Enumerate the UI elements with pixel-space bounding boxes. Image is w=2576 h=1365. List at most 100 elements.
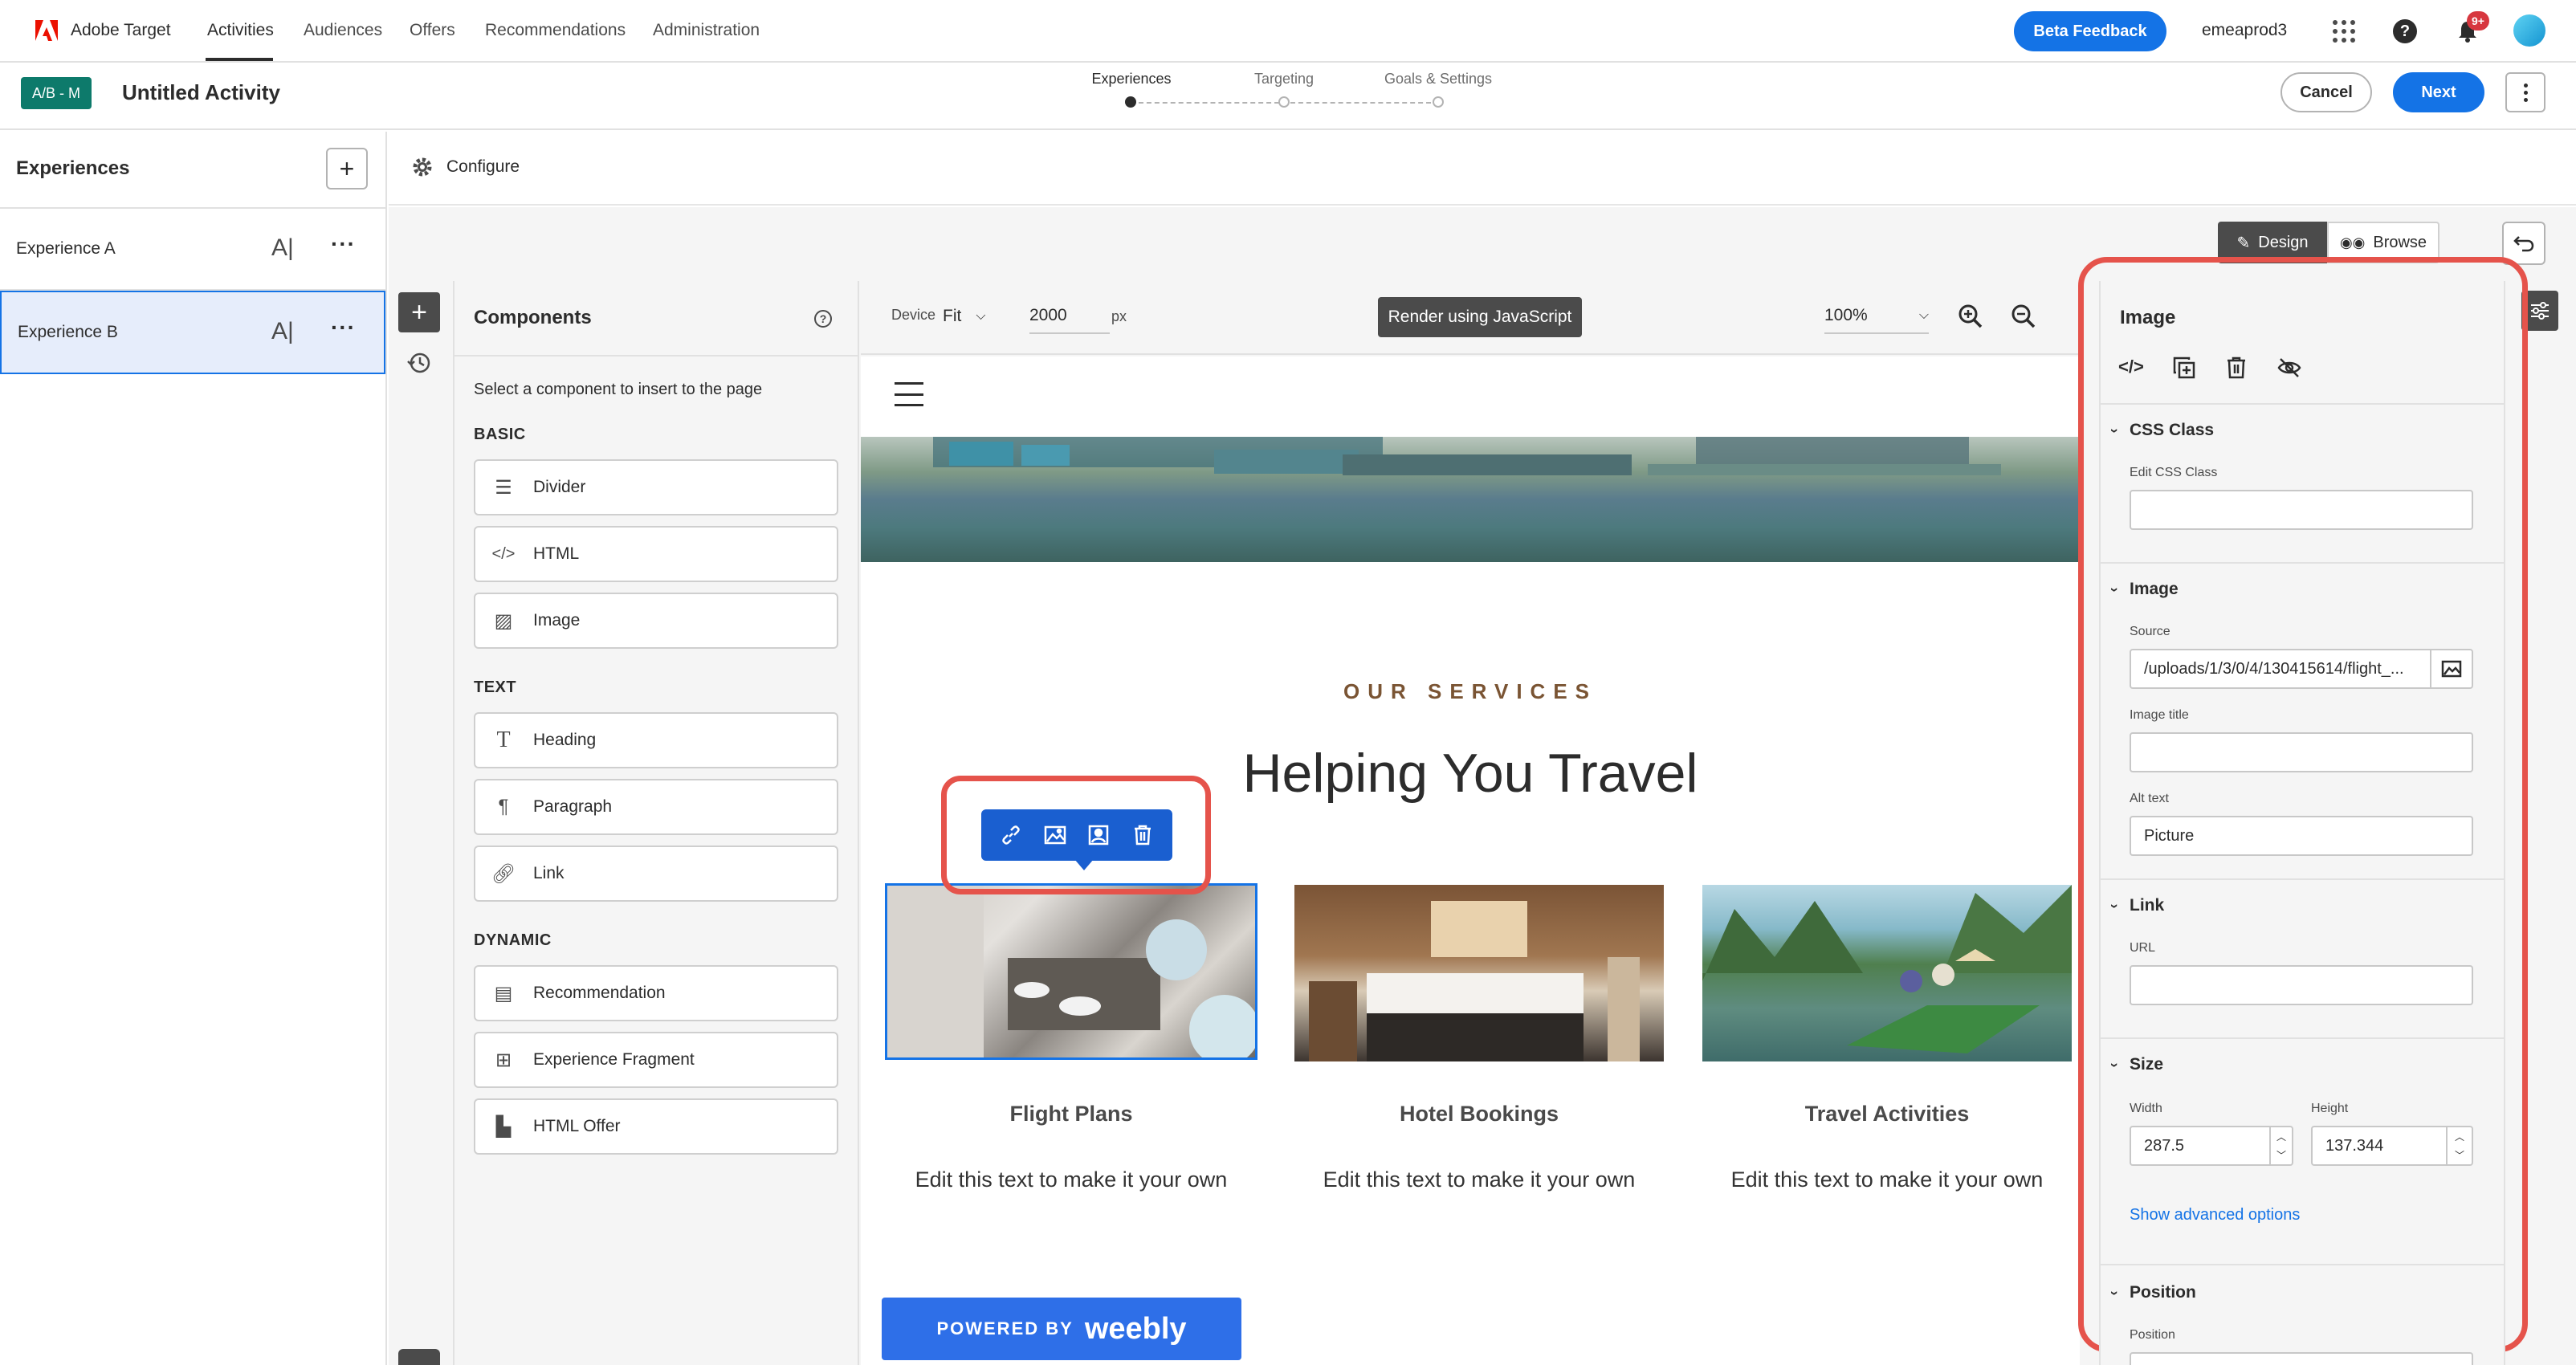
trash-icon[interactable] (1123, 816, 1162, 854)
component-html-offer[interactable]: ▙ HTML Offer (474, 1098, 838, 1155)
image-icon[interactable] (1036, 816, 1074, 854)
activity-name[interactable]: Untitled Activity (122, 80, 280, 105)
device-value: Fit (943, 307, 962, 325)
experience-item-b[interactable]: Experience B A| ··· (0, 291, 385, 374)
apps-grid-icon[interactable] (2330, 18, 2358, 45)
card-title[interactable]: Flight Plans (887, 1102, 1256, 1127)
configure-bar: Configure (389, 132, 2576, 206)
card-text[interactable]: Edit this text to make it your own (1702, 1167, 2072, 1192)
text-cursor-icon[interactable]: A| (271, 234, 294, 262)
adobe-logo-icon[interactable] (32, 16, 61, 45)
more-options-icon[interactable] (2505, 72, 2545, 112)
step-experiences[interactable]: Experiences (1044, 71, 1219, 88)
hotel-card-image[interactable] (1294, 885, 1664, 1061)
card-text[interactable]: Edit this text to make it your own (1294, 1167, 1664, 1192)
source-input[interactable]: /uploads/1/3/0/4/130415614/flight_... (2130, 649, 2431, 689)
link-section-header[interactable]: › Link (2107, 896, 2165, 915)
activities-card-image[interactable] (1702, 885, 2072, 1061)
browse-image-icon[interactable] (2430, 649, 2473, 689)
user-avatar[interactable] (2513, 14, 2545, 47)
cancel-button[interactable]: Cancel (2280, 72, 2372, 112)
width-input[interactable]: 2000 (1029, 299, 1110, 334)
help-circle-icon[interactable]: ? (814, 310, 832, 328)
chevron-down-icon[interactable]: ﹀ (2455, 1148, 2464, 1162)
hide-visibility-icon[interactable] (2277, 357, 2301, 379)
brand-name[interactable]: Adobe Target (71, 21, 171, 40)
history-icon[interactable] (406, 350, 434, 377)
size-section-header[interactable]: › Size (2107, 1055, 2164, 1074)
nav-audiences[interactable]: Audiences (304, 21, 382, 40)
beta-feedback-button[interactable]: Beta Feedback (2014, 11, 2166, 51)
insert-component-button[interactable]: + (398, 292, 440, 332)
position-section-header[interactable]: › Position (2107, 1283, 2196, 1302)
zoom-select[interactable]: 100% ⌵ (1824, 299, 1929, 334)
experience-more-icon[interactable]: ··· (331, 231, 356, 257)
powered-by-weebly-banner[interactable]: POWERED BY weebly (882, 1298, 1241, 1360)
render-javascript-button[interactable]: Render using JavaScript (1378, 297, 1582, 337)
hero-banner-image[interactable] (861, 437, 2080, 562)
width-stepper-arrows[interactable]: ︿ ﹀ (2269, 1126, 2293, 1166)
alt-text-input[interactable]: Picture (2130, 816, 2473, 856)
url-input[interactable] (2130, 965, 2473, 1005)
text-cursor-icon[interactable]: A| (271, 318, 294, 345)
experience-more-icon[interactable]: ··· (331, 315, 356, 340)
delete-icon[interactable] (2226, 357, 2247, 379)
card-title[interactable]: Travel Activities (1702, 1102, 2072, 1127)
next-button[interactable]: Next (2393, 72, 2484, 112)
component-image[interactable]: ▨ Image (474, 593, 838, 649)
css-class-input[interactable] (2130, 490, 2473, 530)
step-dot-current (1125, 96, 1136, 108)
component-heading[interactable]: T Heading (474, 712, 838, 768)
show-advanced-options-link[interactable]: Show advanced options (2130, 1206, 2300, 1224)
design-label: Design (2258, 233, 2309, 251)
card-text[interactable]: Edit this text to make it your own (887, 1167, 1256, 1192)
nav-offers[interactable]: Offers (410, 21, 455, 40)
step-targeting[interactable]: Targeting (1196, 71, 1372, 88)
height-stepper[interactable]: 137.344 (2311, 1126, 2448, 1166)
nav-administration[interactable]: Administration (653, 21, 760, 40)
component-recommendation[interactable]: ▤ Recommendation (474, 965, 838, 1021)
component-link[interactable]: 🔗︎ Link (474, 845, 838, 902)
component-experience-fragment[interactable]: ⊞ Experience Fragment (474, 1032, 838, 1088)
image-title-input[interactable] (2130, 732, 2473, 772)
rail-bottom-icon[interactable] (398, 1349, 440, 1365)
services-label[interactable]: OUR SERVICES (861, 679, 2080, 704)
component-paragraph[interactable]: ¶ Paragraph (474, 779, 838, 835)
replace-image-icon[interactable] (1079, 816, 1118, 854)
experiences-sidebar: Experiences + Experience A A| ··· Experi… (0, 132, 387, 1365)
height-stepper-arrows[interactable]: ︿ ﹀ (2446, 1126, 2473, 1166)
components-instruction: Select a component to insert to the page (474, 381, 763, 398)
gear-icon[interactable] (411, 156, 434, 178)
chevron-up-icon[interactable]: ︿ (2276, 1130, 2286, 1143)
device-select[interactable]: Fit ⌵ (943, 302, 1015, 331)
card-title[interactable]: Hotel Bookings (1294, 1102, 1664, 1127)
basic-section-label: BASIC (474, 426, 526, 443)
step-goals-settings[interactable]: Goals & Settings (1351, 71, 1526, 88)
configure-label[interactable]: Configure (446, 157, 520, 177)
add-experience-button[interactable]: + (326, 148, 368, 189)
zoom-in-icon[interactable] (1958, 304, 1983, 329)
component-divider[interactable]: ☰ Divider (474, 459, 838, 515)
image-section-header[interactable]: › Image (2107, 580, 2179, 599)
chevron-down-icon: › (2106, 428, 2123, 433)
chevron-up-icon[interactable]: ︿ (2455, 1130, 2464, 1143)
width-stepper[interactable]: 287.5 (2130, 1126, 2271, 1166)
org-name[interactable]: emeaprod3 (2202, 21, 2287, 40)
chevron-down-icon[interactable]: ﹀ (2276, 1148, 2286, 1162)
nav-recommendations[interactable]: Recommendations (485, 21, 626, 40)
component-html[interactable]: </> HTML (474, 526, 838, 582)
css-class-section-header[interactable]: › CSS Class (2107, 421, 2215, 440)
code-view-icon[interactable]: </> (2118, 357, 2144, 377)
flight-card-image[interactable] (885, 883, 1257, 1060)
help-icon[interactable]: ? (2393, 19, 2417, 43)
link-icon[interactable] (992, 816, 1030, 854)
panel-divider (2099, 562, 2505, 564)
zoom-out-icon[interactable] (2011, 304, 2036, 329)
image-icon: ▨ (494, 609, 513, 632)
image-context-toolbar (981, 809, 1172, 861)
experience-item-a[interactable]: Experience A A| ··· (0, 209, 385, 291)
position-input[interactable] (2130, 1352, 2473, 1365)
hamburger-menu-icon[interactable] (895, 382, 923, 406)
duplicate-icon[interactable] (2173, 357, 2195, 379)
nav-activities[interactable]: Activities (207, 21, 274, 40)
